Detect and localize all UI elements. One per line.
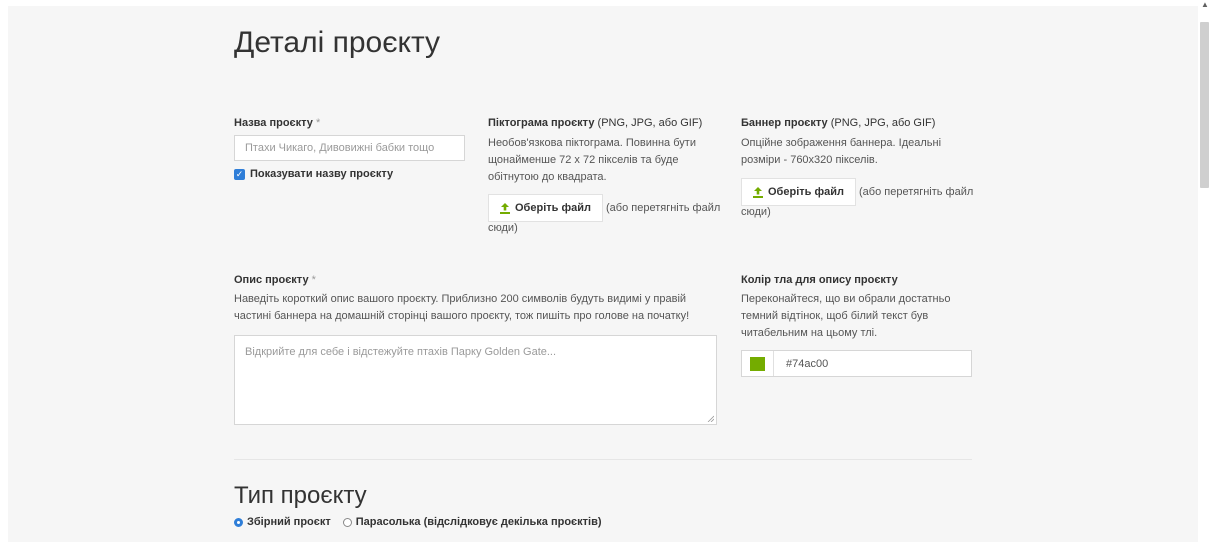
project-name-label-text: Назва проєкту [234, 117, 313, 129]
radio-label: Парасолька (відслідковує декілька проєкт… [355, 516, 602, 528]
project-type-option-collection[interactable]: Збірний проєкт [234, 516, 331, 528]
background-color-help: Переконайтеся, що ви обрали достатньо те… [741, 291, 950, 342]
required-mark: * [315, 117, 321, 129]
checkbox-checked-icon[interactable]: ✓ [234, 168, 245, 180]
banner-drop-hint-cont: сюди) [741, 204, 771, 221]
upload-icon [753, 186, 763, 198]
project-icon-formats: (PNG, JPG, або GIF) [597, 117, 703, 129]
show-project-name-toggle[interactable]: ✓ Показувати назву проєкту [234, 168, 393, 180]
scroll-up-arrow-icon[interactable]: ▲ [1201, 1, 1209, 9]
upload-icon [500, 202, 510, 214]
textarea-placeholder: Відкрийте для себе і відстежуйте птахів … [245, 346, 557, 358]
project-type-title: Тип проєкту [234, 482, 367, 509]
project-details-form: Деталі проєкту Назва проєкту * ✓ Показув… [234, 6, 984, 542]
vertical-scrollbar[interactable]: ▲ [1198, 0, 1211, 542]
project-description-help: Наведіть короткий опис вашого проєкту. П… [234, 291, 689, 325]
color-value[interactable]: #74ac00 [774, 358, 828, 370]
color-swatch-button[interactable] [742, 351, 774, 376]
help-line: Наведіть короткий опис вашого проєкту. П… [234, 293, 687, 305]
show-project-name-label: Показувати назву проєкту [250, 168, 394, 180]
help-line: щонайменше 72 x 72 пікселів та буде [488, 154, 679, 166]
icon-drop-hint: (або перетягніть файл [606, 200, 720, 217]
project-icon-label: Піктограма проєкту (PNG, JPG, або GIF) [488, 117, 702, 129]
page-title: Деталі проєкту [234, 26, 441, 59]
project-icon-help: Необов'язкова піктограма. Повинна бути щ… [488, 135, 696, 186]
help-line: темний відтінок, щоб білий текст був [741, 310, 929, 322]
icon-choose-file-button[interactable]: Оберіть файл [488, 194, 603, 222]
scrollbar-thumb[interactable] [1200, 22, 1209, 188]
background-color-input[interactable]: #74ac00 [741, 350, 972, 377]
project-name-label: Назва проєкту * [234, 117, 320, 129]
background-color-label-text: Колір тла для опису проєкту [741, 274, 898, 286]
icon-drop-hint-cont: сюди) [488, 220, 518, 237]
help-line: розміри - 760x320 пікселів. [741, 154, 878, 166]
radio-selected-icon[interactable] [234, 517, 243, 527]
help-line: частині баннера на домашній сторінці ваш… [234, 310, 690, 322]
project-type-option-umbrella[interactable]: Парасолька (відслідковує декілька проєкт… [342, 516, 602, 528]
drop-hint-line: сюди) [741, 206, 771, 218]
project-description-label: Опис проєкту * [234, 274, 316, 286]
banner-drop-hint: (або перетягніть файл [859, 184, 973, 201]
resize-grip-icon[interactable] [707, 415, 714, 422]
project-description-label-text: Опис проєкту [234, 274, 309, 286]
help-line: Опційне зображення баннера. Ідеальні [741, 137, 942, 149]
drop-hint-line: сюди) [488, 222, 518, 234]
help-line: Переконайтеся, що ви обрали достатньо [741, 293, 951, 305]
choose-file-label: Оберіть файл [515, 202, 591, 214]
drop-hint-line: (або перетягніть файл [606, 202, 721, 214]
project-banner-help: Опційне зображення баннера. Ідеальні роз… [741, 135, 941, 169]
drop-hint-line: (або перетягніть файл [859, 186, 974, 198]
radio-unselected-icon[interactable] [342, 517, 352, 527]
radio-label: Збірний проєкт [247, 516, 331, 528]
project-banner-formats: (PNG, JPG, або GIF) [830, 117, 936, 129]
section-divider [234, 459, 972, 460]
help-line: читабельним на цьому тлі. [741, 327, 878, 339]
project-type-options: Збірний проєкт Парасолька (відслідковує … [234, 516, 614, 528]
project-icon-label-text: Піктограма проєкту [488, 117, 595, 129]
help-line: обітнутою до квадрата. [488, 171, 607, 183]
banner-choose-file-button[interactable]: Оберіть файл [741, 178, 856, 206]
help-line: Необов'язкова піктограма. Повинна бути [488, 137, 696, 149]
page-background: Деталі проєкту Назва проєкту * ✓ Показув… [8, 6, 1198, 542]
background-color-label: Колір тла для опису проєкту [741, 274, 898, 286]
color-swatch [750, 356, 765, 371]
project-banner-label: Баннер проєкту (PNG, JPG, або GIF) [741, 117, 935, 129]
project-banner-label-text: Баннер проєкту [741, 117, 828, 129]
choose-file-label: Оберіть файл [768, 186, 844, 198]
required-mark: * [311, 274, 316, 286]
project-description-textarea[interactable]: Відкрийте для себе і відстежуйте птахів … [234, 335, 717, 425]
project-name-input[interactable] [234, 135, 465, 161]
